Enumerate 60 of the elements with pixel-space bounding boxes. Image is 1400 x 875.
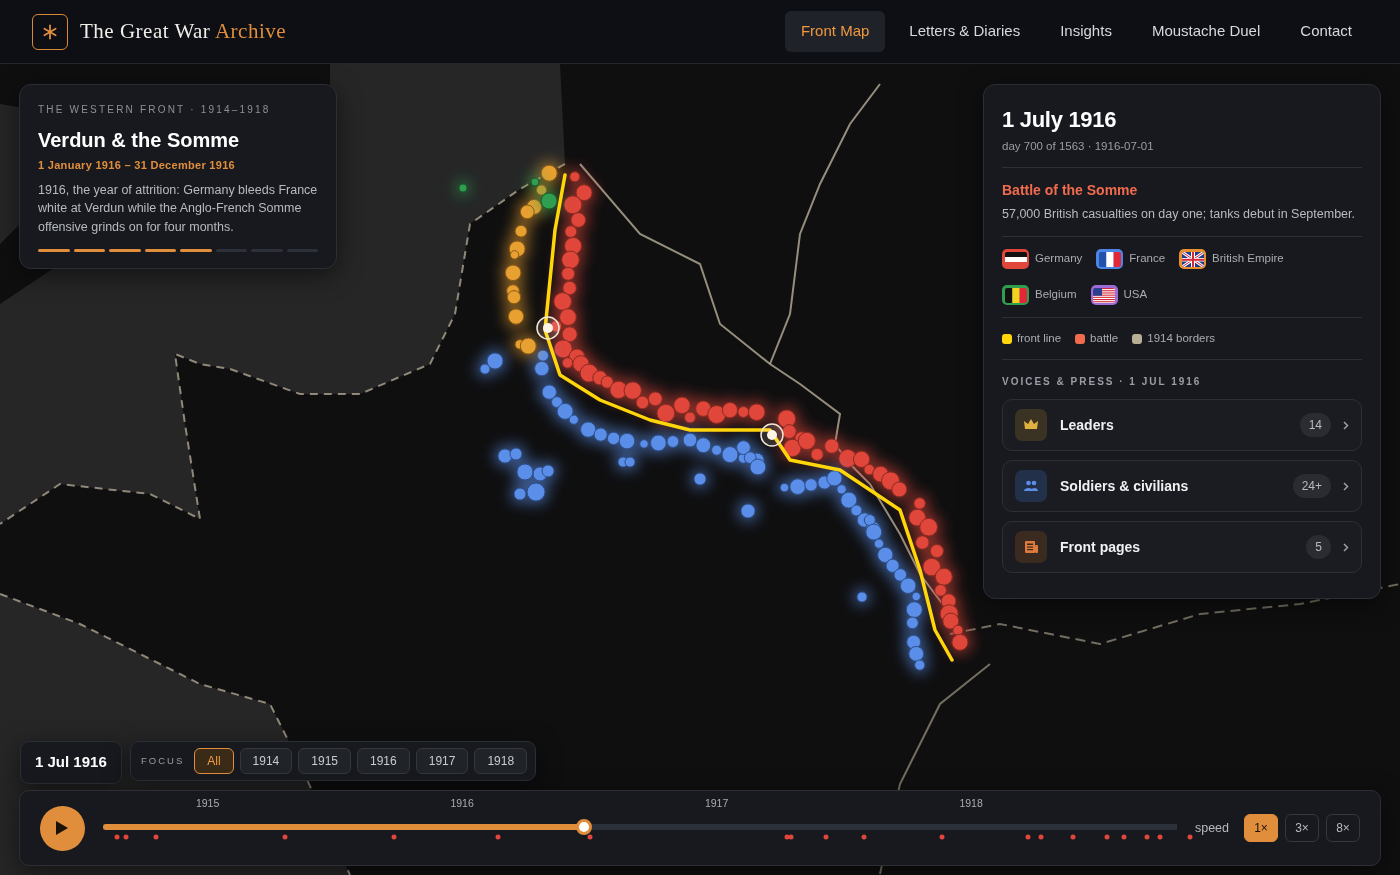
category-label: Leaders xyxy=(1060,415,1115,435)
chevron-icon xyxy=(1343,420,1349,430)
year-filter[interactable]: 1915 xyxy=(298,748,351,774)
people-icon xyxy=(1015,470,1047,503)
speed-label: speed xyxy=(1194,819,1229,837)
legend-label: 1914 borders xyxy=(1147,331,1216,346)
nav-link[interactable]: Front Map xyxy=(784,11,886,52)
count-pill: 5 xyxy=(1306,535,1331,560)
legend-label: front line xyxy=(1017,331,1062,346)
nation-label: British Empire xyxy=(1212,251,1284,267)
crown-icon xyxy=(1015,409,1047,442)
legend-label: battle xyxy=(1090,331,1119,346)
slider-thumb[interactable] xyxy=(575,819,592,835)
event-text: 57,000 British casualties on day one; tanks debut in September. xyxy=(1002,206,1356,224)
count-pill: 24+ xyxy=(1292,474,1331,499)
play-button[interactable] xyxy=(40,805,85,851)
intro-title: Verdun & the Somme xyxy=(38,128,241,153)
day-title: 1 July 1916 xyxy=(1002,106,1118,134)
year-tick: 1916 xyxy=(450,796,474,811)
category-label: Front pages xyxy=(1060,537,1142,557)
chevron-icon xyxy=(1343,542,1349,552)
site-title: The Great War Archive xyxy=(80,17,287,45)
battle-marker-icon[interactable] xyxy=(760,423,784,447)
category-item[interactable]: Soldiers & civilians 24+ xyxy=(1002,460,1362,513)
battle-marker-icon[interactable] xyxy=(536,316,560,340)
nation-label: Belgium xyxy=(1035,287,1077,303)
year-filter[interactable]: 1914 xyxy=(239,748,293,774)
play-icon xyxy=(55,820,70,836)
speed-option[interactable]: 3× xyxy=(1285,814,1319,842)
year-filter[interactable]: 1917 xyxy=(415,748,469,774)
nation-label: USA xyxy=(1123,287,1148,303)
eyebrow-text: THE WESTERN FRONT · 1914–1918 xyxy=(38,103,272,117)
year-filter[interactable]: 1916 xyxy=(357,748,410,774)
year-tick: 1915 xyxy=(195,796,220,811)
event-title: Battle of the Somme xyxy=(1002,181,1139,201)
year-tick: 1918 xyxy=(959,796,983,811)
nav-link[interactable]: Contact xyxy=(1284,11,1368,52)
nav-link[interactable]: Insights xyxy=(1044,11,1128,52)
category-item[interactable]: Front pages 5 xyxy=(1002,521,1362,574)
speed-option[interactable]: 8× xyxy=(1326,814,1360,842)
nav-link[interactable]: Moustache Duel xyxy=(1135,11,1277,52)
nav-link[interactable]: Letters & Diaries xyxy=(893,11,1037,52)
nation-label: Germany xyxy=(1035,251,1083,267)
year-filter[interactable]: All xyxy=(194,748,234,774)
intro-text: 1916, the year of attrition: Germany bleeds France white at Verdun while the Anglo-French Somme offensive grinds on for four months. xyxy=(38,181,318,236)
nation-label: France xyxy=(1129,251,1166,267)
speed-option[interactable]: 1× xyxy=(1244,814,1278,842)
category-item[interactable]: Leaders 14 xyxy=(1002,399,1362,452)
focus-label: FOCUS xyxy=(141,753,185,768)
date-range: 1 January 1916 – 31 December 1916 xyxy=(38,158,237,173)
section-heading: VOICES & PRESS · 1 JUL 1916 xyxy=(1002,375,1203,390)
year-tick: 1917 xyxy=(704,796,729,811)
chevron-icon xyxy=(1343,481,1349,491)
day-meta: day 700 of 1563 · 1916-07-01 xyxy=(1002,139,1155,154)
count-pill: 14 xyxy=(1299,413,1331,438)
newspaper-icon xyxy=(1015,531,1047,564)
logo-icon xyxy=(32,13,68,50)
date-display: 1 Jul 1916 xyxy=(20,741,122,784)
category-label: Soldiers & civilians xyxy=(1060,476,1190,496)
year-filter[interactable]: 1918 xyxy=(474,748,528,774)
